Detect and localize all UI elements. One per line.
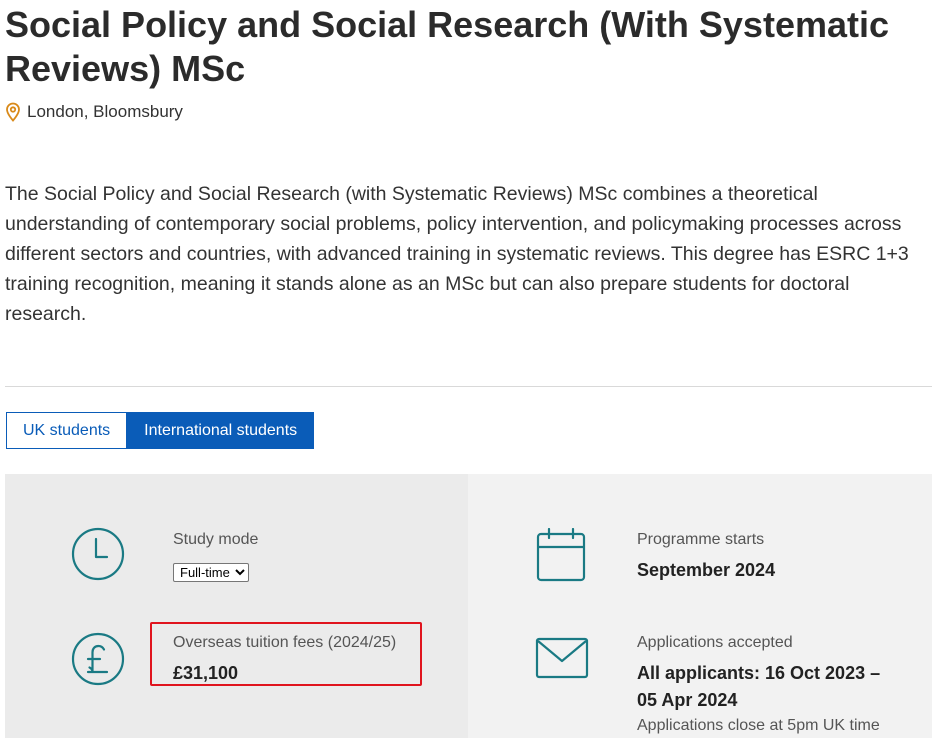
applications-note: Applications close at 5pm UK time xyxy=(637,717,880,734)
location-pin-icon xyxy=(6,102,20,122)
calendar-icon xyxy=(536,528,586,582)
applications-dates-line1: All applicants: 16 Oct 2023 – xyxy=(637,663,881,683)
programme-starts-value: September 2024 xyxy=(637,560,776,580)
programme-starts-label: Programme starts xyxy=(637,531,765,548)
page-title: Social Policy and Social Research (With … xyxy=(5,4,890,89)
study-mode-select[interactable]: Full-time xyxy=(173,563,249,582)
student-type-tabs: UK students International students xyxy=(6,412,315,449)
tab-international-students[interactable]: International students xyxy=(127,412,315,449)
location: London, Bloomsbury xyxy=(5,102,183,122)
study-mode-label: Study mode xyxy=(173,531,259,548)
intro-paragraph: The Social Policy and Social Research (w… xyxy=(5,183,909,325)
applications-dates-line2: 05 Apr 2024 xyxy=(637,690,738,710)
applications-label: Applications accepted xyxy=(637,634,793,651)
pound-icon xyxy=(71,632,125,686)
tab-uk-students[interactable]: UK students xyxy=(6,412,128,449)
highlight-box xyxy=(150,622,422,686)
location-text: London, Bloomsbury xyxy=(27,102,183,121)
envelope-icon xyxy=(535,637,589,679)
key-info-panel-left xyxy=(5,474,468,738)
divider xyxy=(5,386,932,387)
clock-icon xyxy=(71,527,125,581)
